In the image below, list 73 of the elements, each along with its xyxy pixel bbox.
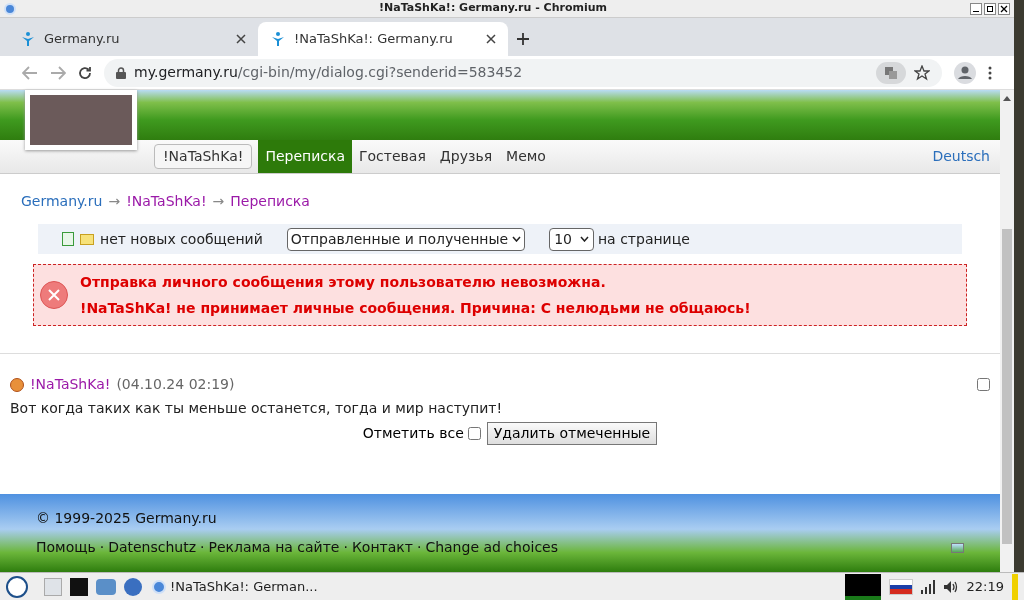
breadcrumb-link[interactable]: Germany.ru	[21, 191, 103, 212]
breadcrumb-separator: →	[108, 192, 121, 211]
nav-tab[interactable]: Переписка	[258, 140, 352, 173]
breadcrumb-separator: →	[212, 192, 225, 211]
filter-select[interactable]: Отправленные и полученные	[286, 227, 526, 251]
image-icon	[951, 542, 964, 553]
link-separator: ·	[415, 538, 423, 557]
envelope-icon	[80, 233, 94, 245]
scrollbar[interactable]	[1000, 90, 1014, 572]
profile-button[interactable]: !NaTaShKa!	[154, 144, 253, 169]
mark-all-checkbox[interactable]	[467, 427, 481, 440]
chromium-icon	[4, 2, 16, 15]
language-link[interactable]: Deutsch	[932, 146, 990, 167]
volume-icon[interactable]	[942, 579, 959, 594]
russian-flag-icon[interactable]	[888, 578, 913, 595]
nav-tab[interactable]: Гостевая	[352, 140, 433, 173]
footer-link[interactable]: Контакт	[351, 537, 413, 558]
message-text: Вот когда таких как ты меньше останется, тогда и мир наступит!	[10, 399, 504, 418]
reload-icon[interactable]	[78, 65, 92, 80]
menu-icon[interactable]	[988, 65, 992, 80]
nav-tab[interactable]: Мемо	[499, 140, 553, 173]
folder-icon[interactable]	[96, 578, 116, 595]
lock-icon	[116, 66, 126, 79]
author-link[interactable]: !NaTaShKa!	[30, 374, 111, 395]
error-text: !NaTaShKa! не принимает личные сообщения. Причина: С нелюдьми не общаюсь!	[80, 298, 751, 318]
scroll-up-icon[interactable]	[1003, 96, 1011, 101]
nav-tab[interactable]: Друзья	[432, 140, 500, 173]
chevron-down-icon	[512, 236, 522, 242]
minimize-button[interactable]	[970, 2, 982, 15]
per-page-select[interactable]: 10	[549, 227, 594, 251]
error-icon	[40, 281, 68, 309]
copyright-text: © 1999-2025 Germany.ru	[36, 509, 218, 528]
user-avatar-icon	[10, 377, 24, 392]
translate-icon[interactable]	[876, 61, 906, 84]
delete-button[interactable]: Удалить отмеченные	[486, 422, 658, 445]
window-title: !NaTaShKa!: Germany.ru - Chromium	[378, 0, 608, 17]
new-tab-icon[interactable]	[516, 32, 530, 46]
signal-icon[interactable]	[920, 579, 935, 594]
message-date: (04.10.24 02:19)	[116, 375, 235, 394]
status-text: нет новых сообщений	[100, 229, 263, 249]
close-icon[interactable]	[486, 34, 496, 44]
link-separator: ·	[98, 538, 106, 557]
error-text: Отправка личного сообщения этому пользователю невозможна.	[80, 272, 607, 292]
breadcrumb-link[interactable]: !NaTaShKa!	[126, 191, 207, 212]
chevron-down-icon	[579, 236, 589, 242]
tab-title: !NaTaShKa!: Germany.ru	[294, 30, 454, 49]
address-field[interactable]: my.germany.ru/cgi-bin/my/dialog.cgi?senderid=583452	[104, 58, 942, 87]
close-button[interactable]	[998, 2, 1010, 15]
breadcrumb-link[interactable]: Переписка	[230, 191, 310, 212]
tab-title: Germany.ru	[44, 30, 121, 49]
browser-tab[interactable]: Germany.ru	[8, 22, 258, 56]
scroll-thumb[interactable]	[1002, 229, 1012, 544]
link-separator: ·	[199, 538, 206, 557]
cpu-graph-icon	[844, 573, 881, 600]
browser-tab[interactable]: !NaTaShKa!: Germany.ru	[258, 22, 508, 56]
link-separator: ·	[342, 538, 349, 557]
footer-link[interactable]: Реклама на сайте	[208, 537, 340, 558]
chromium-icon	[152, 579, 166, 594]
profile-icon[interactable]	[954, 61, 976, 84]
clock: 22:19	[966, 577, 1004, 596]
mark-all-label: Отметить все	[362, 424, 464, 443]
terminal-icon[interactable]	[70, 577, 88, 596]
message-checkbox[interactable]	[977, 378, 990, 391]
maximize-button[interactable]	[984, 2, 996, 15]
close-icon[interactable]	[236, 34, 246, 44]
footer-link[interactable]: Помощь	[36, 537, 96, 558]
footer-link[interactable]: Datenschutz	[108, 537, 197, 558]
start-menu-icon[interactable]	[6, 575, 28, 598]
url-text: my.germany.ru/cgi-bin/my/dialog.cgi?senderid=583452	[134, 63, 524, 82]
star-icon[interactable]	[914, 64, 930, 81]
per-page-label: на странице	[597, 229, 690, 249]
taskbar-window-button[interactable]: !NaTaShKa!: German...	[150, 576, 320, 597]
footer-link[interactable]: Change ad choices	[425, 537, 558, 558]
